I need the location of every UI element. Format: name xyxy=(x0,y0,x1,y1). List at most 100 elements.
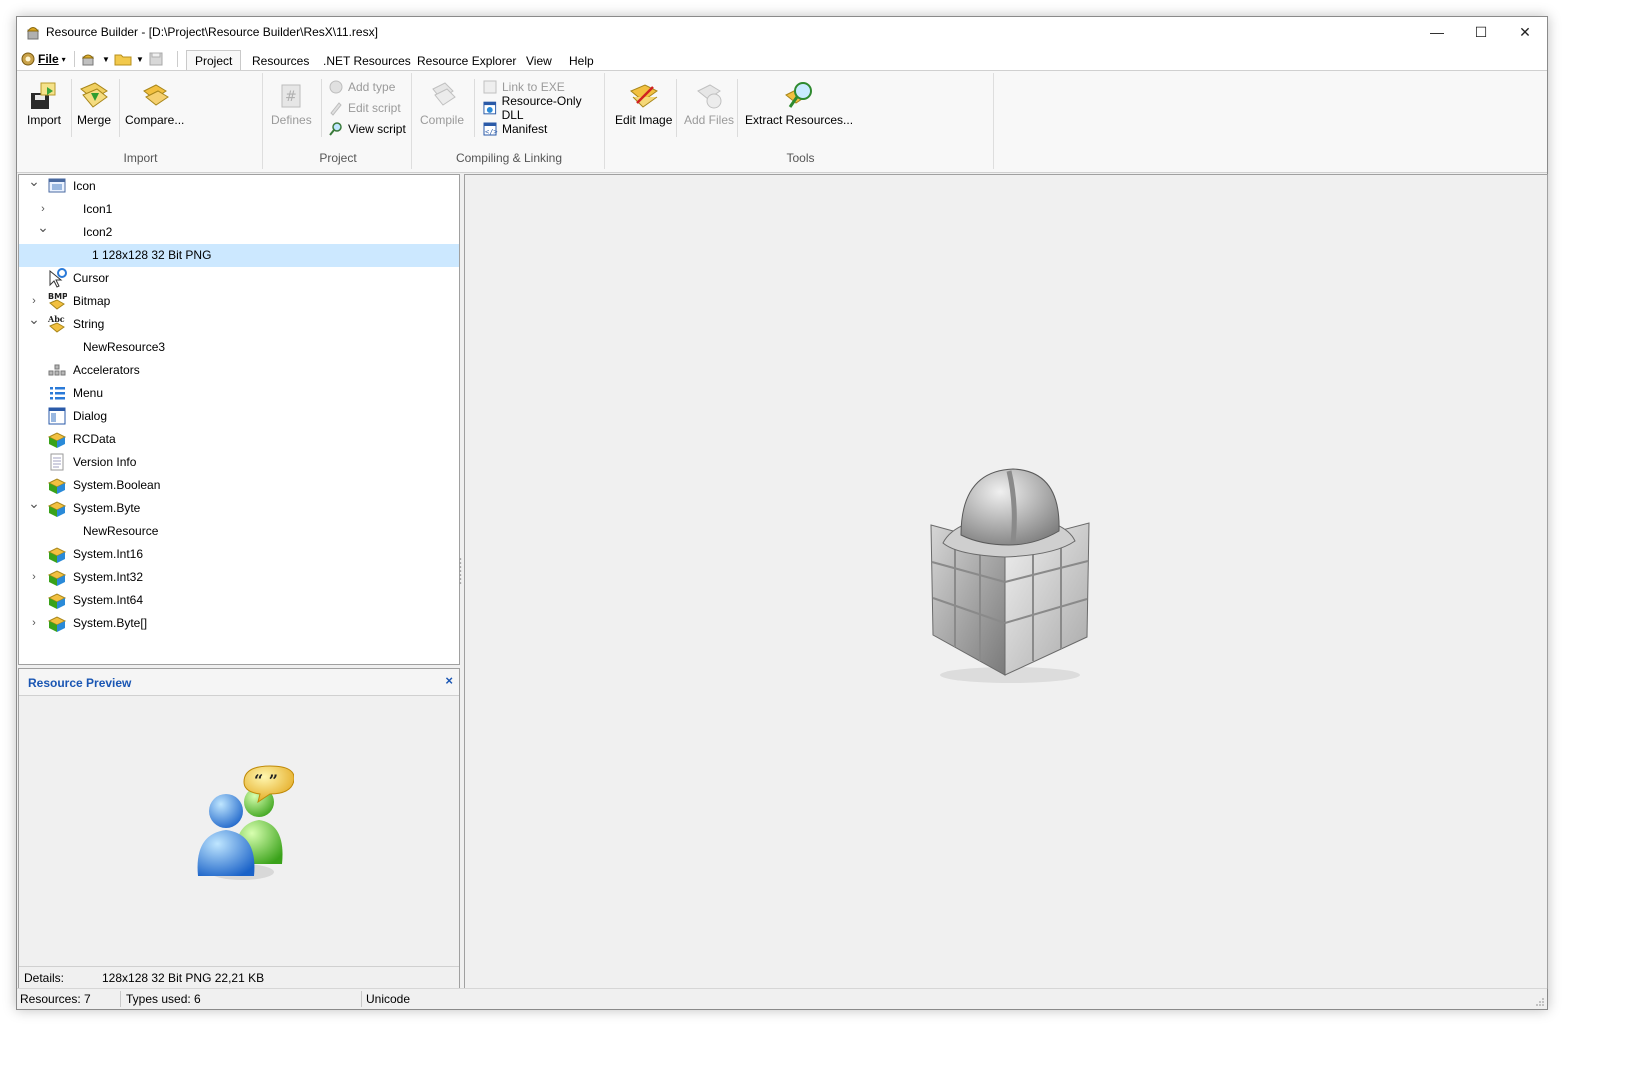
tab-view[interactable]: View xyxy=(517,50,561,72)
resource-preview-close-icon[interactable]: × xyxy=(445,673,453,688)
save-button[interactable] xyxy=(148,50,164,68)
tree-item-label: System.Int32 xyxy=(73,570,144,584)
tree-item[interactable]: System.Boolean xyxy=(19,474,459,497)
import-button[interactable]: Import xyxy=(27,79,61,127)
main-editor-area[interactable] xyxy=(464,174,1548,989)
horizontal-splitter-grip[interactable] xyxy=(222,663,248,674)
tree-item[interactable]: ⌄ System.Byte xyxy=(19,495,459,520)
resource-tree[interactable]: ⌄ Icon › Icon1 ⌄ Icon2 1 128x128 32 Bit PNG Cur… xyxy=(18,173,460,665)
app-window: Resource Builder - [D:\Project\Resource … xyxy=(16,16,1548,1010)
ribbon-separator xyxy=(321,79,322,137)
ribbon-separator xyxy=(119,79,120,137)
add-type-button[interactable]: Add type xyxy=(328,77,395,96)
tab-project[interactable]: Project xyxy=(186,50,242,71)
add-type-icon xyxy=(329,80,343,93)
tree-collapse-chevron-icon[interactable]: ⌄ xyxy=(28,495,40,511)
app-icon xyxy=(27,27,39,40)
add-type-label: Add type xyxy=(348,79,396,94)
cursor-icon xyxy=(49,268,67,288)
tab-net-resources[interactable]: .NET Resources xyxy=(314,50,420,72)
tree-item[interactable]: › System.Byte[] xyxy=(19,612,459,635)
tree-item[interactable]: Version Info xyxy=(19,451,459,474)
tree-item[interactable]: NewResource xyxy=(19,520,459,543)
minimize-button[interactable]: — xyxy=(1415,17,1459,47)
tree-expand-chevron-icon[interactable]: › xyxy=(28,295,40,307)
resource-only-dll-button[interactable]: Resource-Only DLL xyxy=(482,94,604,122)
tree-item[interactable]: System.Int16 xyxy=(19,543,459,566)
preview-image-chat-users: “ ” xyxy=(197,765,294,880)
tree-expand-chevron-icon[interactable]: › xyxy=(37,203,49,215)
status-separator xyxy=(120,991,121,1007)
tree-item[interactable]: RCData xyxy=(19,428,459,451)
tree-item[interactable]: ⌄ Icon xyxy=(19,173,459,198)
merge-button[interactable]: Merge xyxy=(77,79,111,127)
svg-text:</>: </> xyxy=(485,128,498,136)
compare-button[interactable]: Compare... xyxy=(125,79,184,127)
resource-preview-panel: Resource Preview × “ ” Details: 128x128 … xyxy=(18,668,460,990)
defines-button[interactable]: # Defines xyxy=(271,79,312,127)
link-to-exe-label: Link to EXE xyxy=(502,79,565,94)
tree-item-label: Bitmap xyxy=(73,294,111,308)
compile-icon xyxy=(432,82,456,106)
edit-image-button[interactable]: Edit Image xyxy=(615,79,672,127)
tree-item[interactable]: NewResource3 xyxy=(19,336,459,359)
tree-collapse-chevron-icon[interactable]: ⌄ xyxy=(37,219,49,235)
tree-collapse-chevron-icon[interactable]: ⌄ xyxy=(28,311,40,327)
ribbon-group-project-label: Project xyxy=(319,151,357,165)
tree-item-label: NewResource xyxy=(83,524,159,538)
svg-text:#: # xyxy=(285,89,297,105)
status-types-used: Types used: 6 xyxy=(126,992,201,1006)
tab-help[interactable]: Help xyxy=(560,50,603,72)
tree-item[interactable]: › BMP Bitmap xyxy=(19,290,459,313)
maximize-button[interactable]: ☐ xyxy=(1459,17,1503,47)
ribbon-separator xyxy=(71,79,72,137)
close-button[interactable]: ✕ xyxy=(1503,17,1547,47)
tree-item[interactable]: 1 128x128 32 Bit PNG xyxy=(19,244,459,267)
resource-only-dll-label: Resource-Only DLL xyxy=(501,93,582,122)
extract-resources-button[interactable]: Extract Resources... xyxy=(745,79,853,127)
tree-item[interactable]: System.Int64 xyxy=(19,589,459,612)
view-script-label: View script xyxy=(348,121,406,136)
menu-bar: File ▾ ▼ ▼ Project Resources .NET Resour… xyxy=(17,47,1547,72)
dialog-icon xyxy=(48,407,66,425)
tree-expand-chevron-icon[interactable]: › xyxy=(28,617,40,629)
tab-resource-explorer[interactable]: Resource Explorer xyxy=(408,50,525,72)
vertical-splitter-grip[interactable] xyxy=(459,557,462,587)
tree-item-label: System.Byte[] xyxy=(73,616,148,630)
tree-item[interactable]: › System.Int32 xyxy=(19,566,459,589)
resource-builder-logo-image xyxy=(930,468,1090,683)
manifest-button[interactable]: </> Manifest xyxy=(482,119,547,138)
tree-collapse-chevron-icon[interactable]: ⌄ xyxy=(28,173,40,189)
data-cube-icon xyxy=(47,616,67,632)
edit-script-button[interactable]: Edit script xyxy=(328,98,401,117)
resize-grip-icon[interactable] xyxy=(1535,997,1545,1007)
bitmap-icon: BMP xyxy=(48,292,67,310)
tree-item[interactable]: Menu xyxy=(19,382,459,405)
tree-item[interactable]: ⌄ Abc String xyxy=(19,311,459,336)
tree-expand-chevron-icon[interactable]: › xyxy=(28,571,40,583)
tree-item[interactable]: Dialog xyxy=(19,405,459,428)
extract-resources-icon xyxy=(785,82,813,108)
add-files-button[interactable]: Add Files xyxy=(684,79,734,127)
file-menu-button[interactable]: File ▾ xyxy=(21,50,66,68)
tree-item-label: Icon2 xyxy=(83,225,113,239)
ribbon-group-import-label: Import xyxy=(123,151,158,165)
tab-resources[interactable]: Resources xyxy=(243,50,318,72)
edit-script-label: Edit script xyxy=(348,100,401,115)
new-project-button[interactable]: ▼ xyxy=(80,50,110,68)
open-project-button[interactable]: ▼ xyxy=(114,50,144,68)
tree-item[interactable]: ⌄ Icon2 xyxy=(19,219,459,244)
tree-item[interactable]: › Icon1 xyxy=(19,198,459,221)
edit-script-icon xyxy=(330,101,342,116)
tree-item-label: Dialog xyxy=(73,409,108,423)
tree-item-label: RCData xyxy=(73,432,116,446)
view-script-button[interactable]: View script xyxy=(328,119,406,138)
string-icon: Abc xyxy=(47,314,65,333)
compile-button[interactable]: Compile xyxy=(420,79,464,127)
edit-image-label: Edit Image xyxy=(615,113,673,127)
tree-item-label: System.Int16 xyxy=(73,547,144,561)
tree-item-label: System.Byte xyxy=(73,501,141,515)
tree-item[interactable]: Cursor xyxy=(19,267,459,290)
tree-item[interactable]: Accelerators xyxy=(19,359,459,382)
tree-item-label: Icon1 xyxy=(83,202,113,216)
